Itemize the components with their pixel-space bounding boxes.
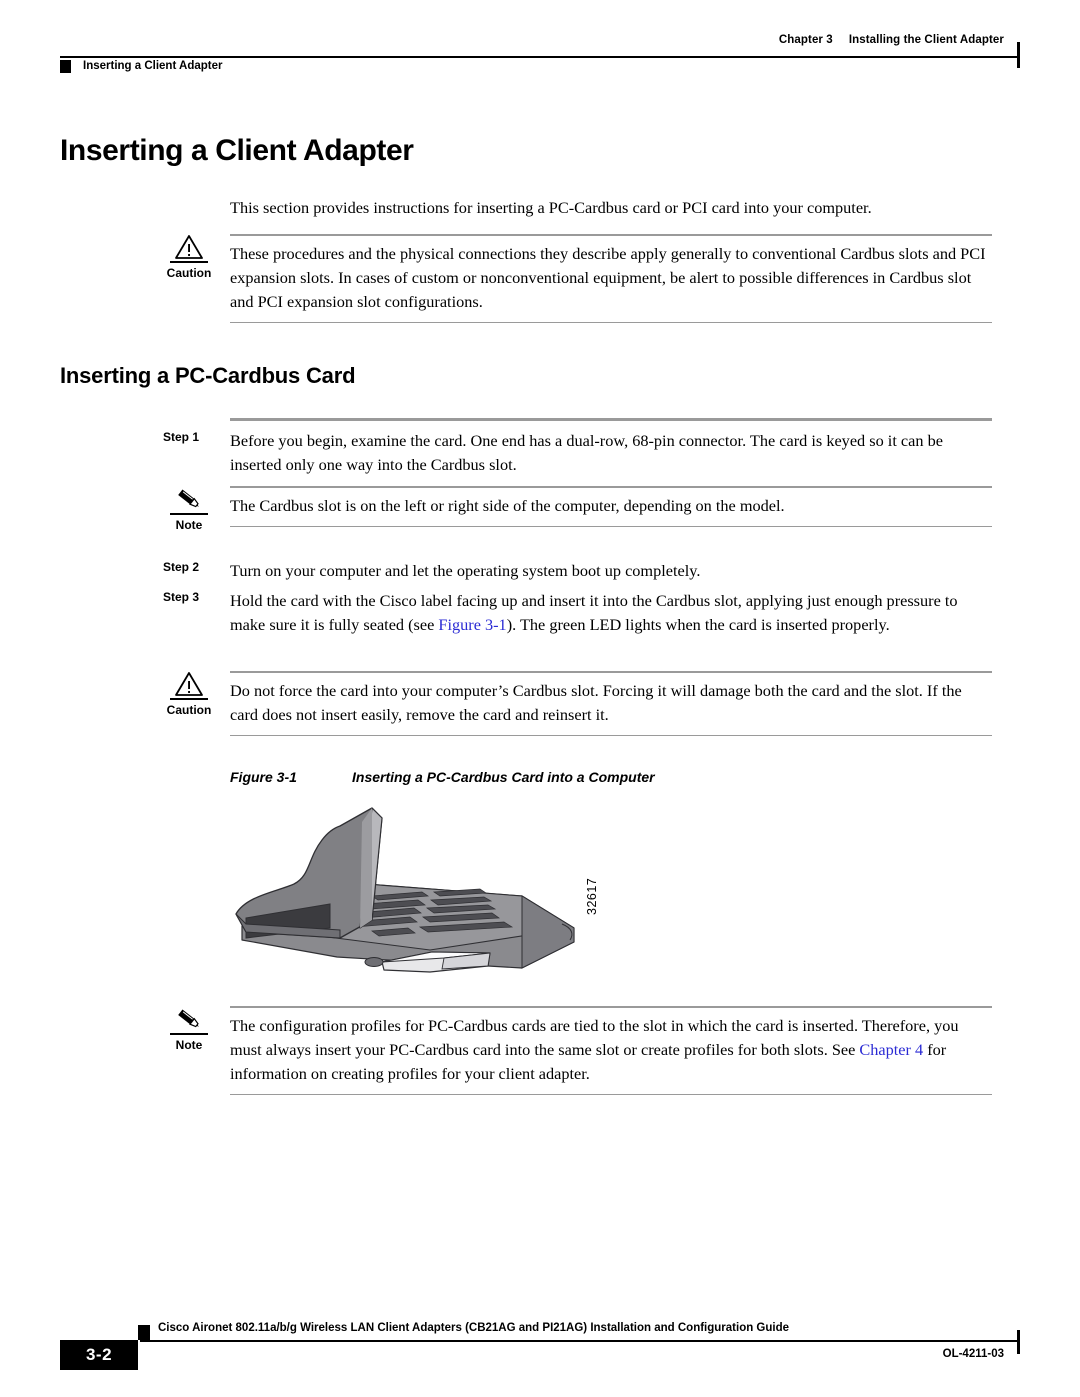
header-section: Inserting a Client Adapter — [60, 58, 223, 73]
footer-document-id: OL-4211-03 — [942, 1348, 1004, 1360]
step-2-label: Step 2 — [163, 560, 200, 574]
document-page: Chapter 3 Installing the Client Adapter I… — [0, 0, 1080, 1397]
caution-rule-bottom-2 — [230, 734, 992, 737]
header-chapter: Chapter 3 Installing the Client Adapter — [779, 34, 1004, 46]
note-label-1: Note — [175, 518, 203, 532]
caution-icon-column-2: Caution — [150, 671, 228, 718]
footer-rule — [140, 1340, 1020, 1342]
subsection-title: Inserting a PC-Cardbus Card — [60, 363, 356, 388]
header-chapter-number: Chapter 3 — [778, 34, 833, 46]
header-chapter-title: Installing the Client Adapter — [848, 34, 1004, 46]
note-2-text-before: The configuration profiles for PC-Cardbu… — [230, 1015, 959, 1059]
footer-document-title: Cisco Aironet 802.11a/b/g Wireless LAN C… — [158, 1322, 790, 1334]
footer-rule-end-tick — [1017, 1330, 1020, 1354]
caution-label-2: Caution — [166, 703, 212, 717]
figure-3-1-link[interactable]: Figure 3-1 — [438, 615, 506, 634]
note-icon-underline-2 — [170, 1033, 208, 1035]
figure-caption-text: Inserting a PC-Cardbus Card into a Compu… — [352, 769, 655, 785]
intro-paragraph: This section provides instructions for i… — [230, 198, 872, 217]
figure-caption: Figure 3-1 Inserting a PC-Cardbus Card in… — [230, 769, 655, 785]
footer-page-number: 3-2 — [60, 1340, 138, 1370]
note-icon-underline-1 — [170, 513, 208, 515]
caution-icon-underline-2 — [170, 698, 208, 700]
step-3-text-after: ). The green LED lights when the card is… — [506, 615, 890, 634]
step-3-text: Hold the card with the Cisco label facin… — [230, 589, 992, 637]
warning-triangle-icon — [175, 235, 203, 259]
caution-text-2: Do not force the card into your computer… — [230, 680, 962, 724]
cardbus-slot-opening — [364, 957, 384, 967]
caution-body-1: These procedures and the physical connec… — [230, 234, 992, 324]
page-header: Chapter 3 Installing the Client Adapter I… — [60, 34, 1020, 80]
caution-icon-column: Caution — [150, 234, 228, 281]
note-icon-column-2: Note — [150, 1006, 228, 1053]
header-bullet-square-icon — [60, 60, 71, 73]
caution-label-1: Caution — [166, 266, 212, 280]
step-1-label: Step 1 — [163, 430, 200, 444]
laptop-lid-shape — [235, 807, 383, 939]
note-label-2: Note — [175, 1038, 203, 1052]
step-3-label: Step 3 — [163, 590, 200, 604]
warning-triangle-icon — [175, 672, 203, 696]
note-rule-bottom-2 — [230, 1093, 992, 1096]
chapter-4-link[interactable]: Chapter 4 — [859, 1040, 923, 1059]
pencil-icon — [178, 489, 199, 508]
note-icon-column-1: Note — [150, 486, 228, 533]
note-body-2: The configuration profiles for PC-Cardbu… — [230, 1006, 992, 1096]
note-text-1: The Cardbus slot is on the left or right… — [230, 495, 785, 515]
caution-rule-bottom-1 — [230, 321, 992, 324]
caution-icon-underline — [170, 261, 208, 263]
pencil-icon — [178, 1009, 199, 1028]
figure-artwork — [222, 800, 642, 1000]
step-2-text: Turn on your computer and let the operat… — [230, 561, 701, 580]
page-footer: Cisco Aironet 802.11a/b/g Wireless LAN C… — [60, 1318, 1020, 1378]
footer-bullet-square-icon — [138, 1325, 150, 1340]
laptop-with-cardbus-card-illustration — [235, 807, 575, 973]
caution-body-2: Do not force the card into your computer… — [230, 671, 992, 737]
note-text-2: The configuration profiles for PC-Cardbu… — [230, 1008, 992, 1094]
steps-top-rule — [230, 418, 992, 421]
note-rule-bottom-1 — [230, 525, 992, 528]
figure-number: Figure 3-1 — [230, 769, 297, 785]
caution-text-1: These procedures and the physical connec… — [230, 243, 986, 311]
figure-artwork-id: 32617 — [585, 877, 599, 915]
step-1-text: Before you begin, examine the card. One … — [230, 431, 943, 474]
note-body-1: The Cardbus slot is on the left or right… — [230, 486, 992, 528]
header-section-label: Inserting a Client Adapter — [83, 59, 223, 72]
header-rule-end-tick — [1017, 42, 1020, 68]
page-title: Inserting a Client Adapter — [60, 134, 414, 167]
